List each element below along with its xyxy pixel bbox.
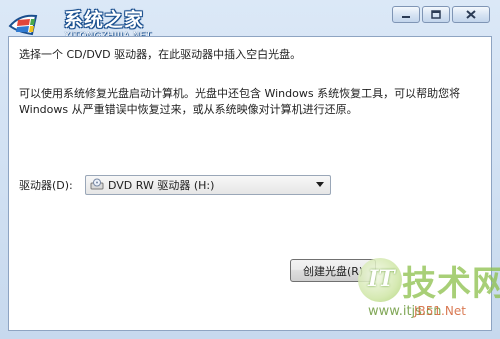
watermark-bottom-brand: JB51.Net [414,304,466,318]
instruction-text: 选择一个 CD/DVD 驱动器，在此驱动器中插入空白光盘。 [19,48,302,61]
minimize-button[interactable] [392,6,420,23]
drive-label: 驱动器(D): [19,179,73,192]
close-button[interactable] [452,6,490,23]
chevron-down-icon [316,182,324,187]
maximize-icon [431,10,441,19]
title-bar[interactable]: 系统之家 XITONGZHIJIA.NET [0,0,500,41]
description-line-2: Windows 从严重错误中恢复过来，或从系统映像对计算机进行还原。 [19,103,358,116]
watermark-badge-text: IT [368,266,395,292]
dialog-window: 系统之家 XITONGZHIJIA.NET 选择一个 CD/DVD 驱动器，在此… [0,0,500,339]
site-watermark-bottom: IT 技术网 www.itjs.cn JB51.Net [358,238,500,330]
drive-dropdown[interactable]: DVD RW 驱动器 (H:) [85,175,331,195]
watermark-title: 系统之家 [64,9,145,31]
description-line-1: 可以使用系统修复光盘启动计算机。光盘中还包含 Windows 系统恢复工具，可以… [19,87,461,100]
optical-drive-icon [90,178,104,190]
drive-selector-row: 驱动器(D): DVD RW 驱动器 (H:) [19,175,331,195]
maximize-button[interactable] [422,6,450,23]
drive-selected-value: DVD RW 驱动器 (H:) [108,179,215,192]
caption-buttons [392,6,490,23]
minimize-icon [402,15,410,18]
close-icon [466,10,476,19]
watermark-bottom-title: 技术网 [402,264,500,304]
